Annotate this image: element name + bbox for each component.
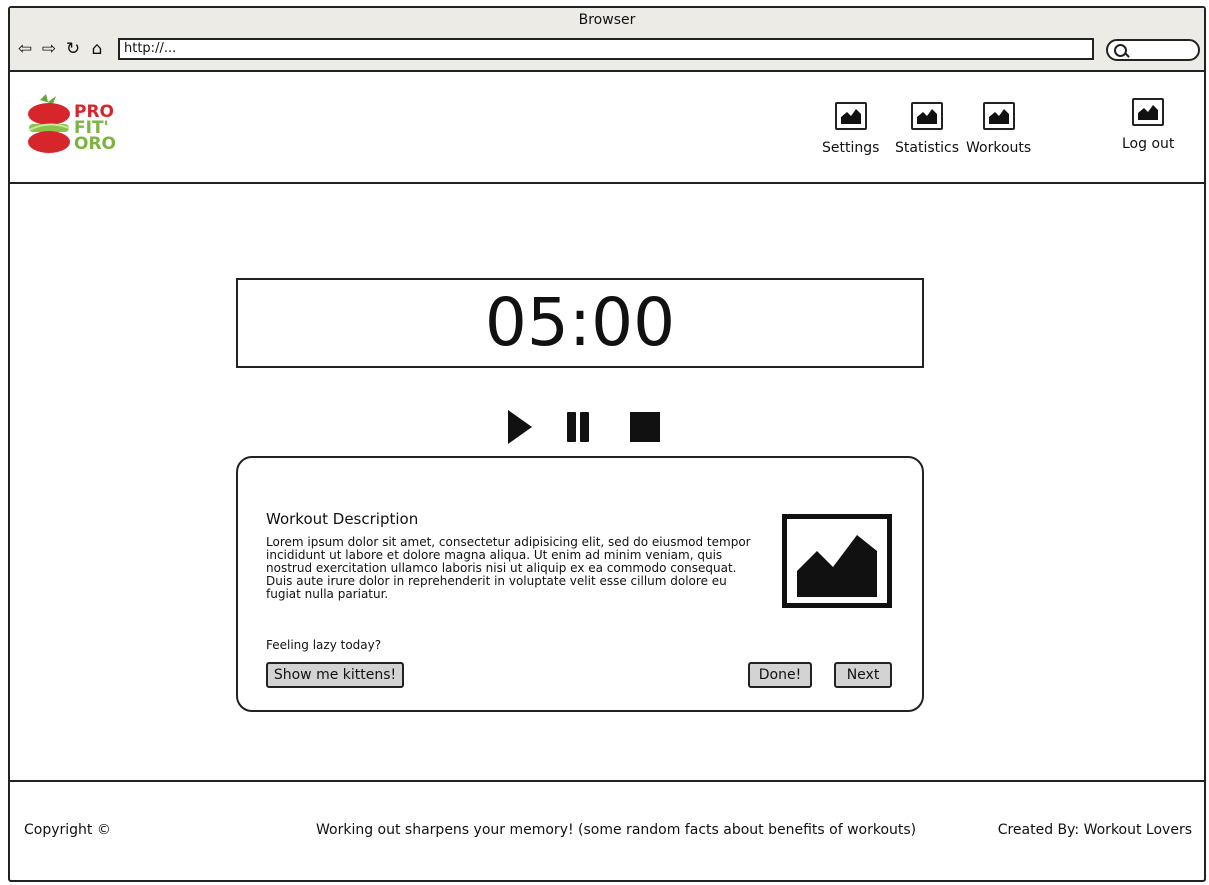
image-icon bbox=[911, 102, 943, 130]
nav-statistics[interactable]: Statistics bbox=[895, 102, 959, 156]
workout-fact: Working out sharpens your memory! (some … bbox=[316, 822, 917, 838]
timer-display: 05:00 bbox=[236, 278, 924, 368]
workout-card: Workout Description Lorem ipsum dolor si… bbox=[236, 456, 924, 712]
image-icon bbox=[834, 102, 867, 130]
back-arrow-icon[interactable]: ⇦ bbox=[16, 39, 34, 59]
workout-image-icon bbox=[782, 514, 892, 608]
nav-label-statistics: Statistics bbox=[895, 140, 959, 156]
reload-icon[interactable]: ↻ bbox=[64, 39, 82, 59]
nav-workouts[interactable]: Workouts bbox=[966, 102, 1031, 156]
play-icon[interactable] bbox=[506, 408, 534, 446]
workout-description: Lorem ipsum dolor sit amet, consectetur … bbox=[266, 535, 751, 601]
timer-controls bbox=[506, 408, 666, 448]
search-icon bbox=[1114, 44, 1127, 57]
done-button[interactable]: Done! bbox=[748, 662, 812, 688]
logout-label: Log out bbox=[1122, 136, 1175, 152]
copyright-text: Copyright © bbox=[24, 822, 111, 838]
browser-nav: ⇦ ⇨ ↻ ⌂ bbox=[16, 39, 106, 59]
nav-label-settings: Settings bbox=[822, 140, 880, 156]
site-header: PRO FIT' ORO Settings Statistics Workout… bbox=[10, 72, 1204, 184]
browser-chrome: Browser ⇦ ⇨ ↻ ⌂ http://... bbox=[10, 8, 1204, 72]
pause-icon[interactable] bbox=[566, 412, 590, 442]
stop-icon[interactable] bbox=[630, 412, 660, 442]
browser-title: Browser bbox=[578, 12, 636, 28]
logout-button[interactable]: Log out bbox=[1122, 98, 1174, 152]
forward-arrow-icon[interactable]: ⇨ bbox=[40, 39, 58, 59]
credits-text: Created By: Workout Lovers bbox=[997, 822, 1192, 838]
logo-wordmark: PRO FIT' ORO bbox=[74, 104, 116, 154]
logo-line-3: ORO bbox=[74, 134, 116, 154]
lazy-prompt: Feeling lazy today? bbox=[266, 638, 382, 652]
browser-window: Browser ⇦ ⇨ ↻ ⌂ http://... PRO FIT' ORO bbox=[8, 6, 1206, 882]
home-icon[interactable]: ⌂ bbox=[88, 39, 106, 59]
image-icon bbox=[1132, 98, 1165, 126]
address-bar[interactable]: http://... bbox=[118, 38, 1094, 60]
nav-settings[interactable]: Settings bbox=[822, 102, 879, 156]
show-kittens-button[interactable]: Show me kittens! bbox=[266, 662, 404, 688]
next-button[interactable]: Next bbox=[834, 662, 892, 688]
site-footer: Copyright © Working out sharpens your me… bbox=[10, 780, 1204, 884]
tomato-logo-icon bbox=[28, 94, 70, 153]
workout-title: Workout Description bbox=[266, 510, 419, 528]
search-input[interactable] bbox=[1106, 39, 1200, 61]
image-icon bbox=[982, 102, 1015, 130]
logo[interactable]: PRO FIT' ORO bbox=[26, 94, 116, 164]
nav-label-workouts: Workouts bbox=[966, 140, 1032, 156]
